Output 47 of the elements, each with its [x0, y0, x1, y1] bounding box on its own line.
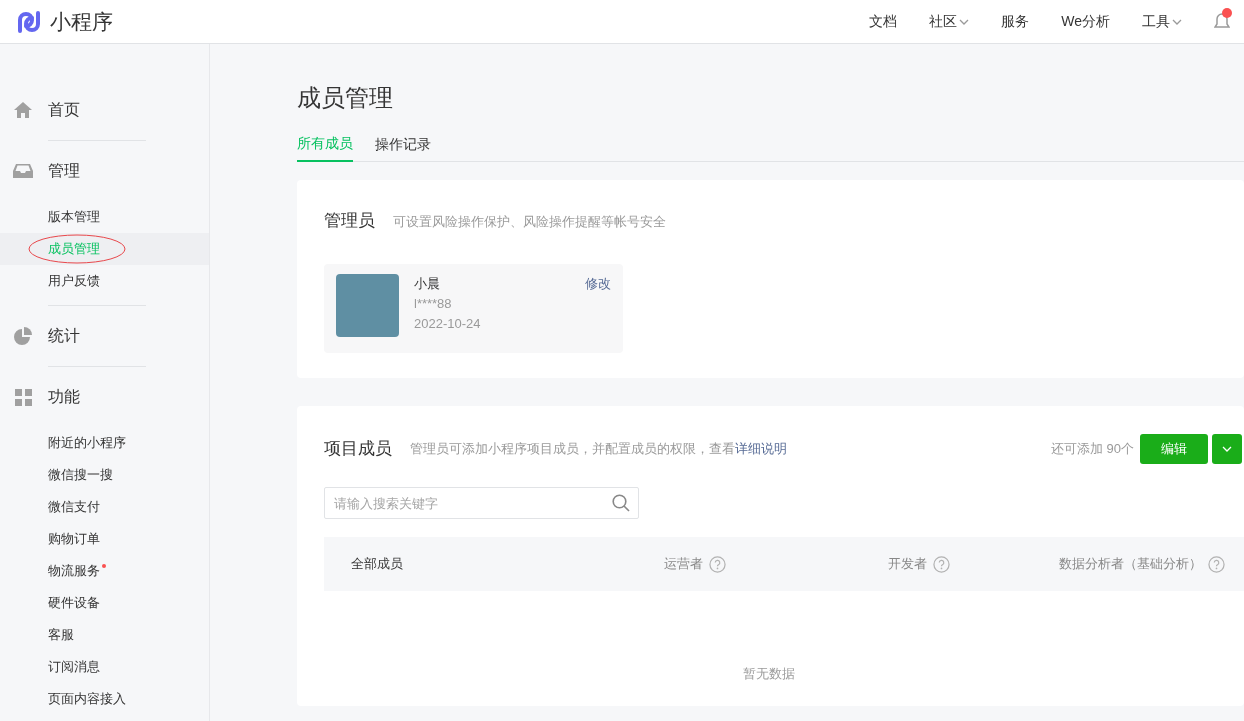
tray-icon	[13, 163, 33, 179]
sidebar-section[interactable]: 首页	[48, 98, 80, 122]
page-title: 成员管理	[297, 83, 394, 113]
sidebar-item[interactable]: 用户反馈	[48, 271, 100, 291]
sidebar-item[interactable]: 硬件设备	[48, 593, 100, 613]
admin-date: 2022-10-24	[414, 314, 482, 333]
nav-link[interactable]: 文档	[869, 11, 898, 32]
sidebar-item[interactable]: 版本管理	[48, 207, 100, 227]
sidebar-section[interactable]: 管理	[48, 159, 80, 183]
edit-link[interactable]: 修改	[585, 273, 611, 293]
admin-name: 小晨	[414, 274, 441, 293]
section-title: 管理员	[324, 210, 375, 232]
empty-state-text: 暂无数据	[742, 664, 796, 683]
nav-link[interactable]: 社区	[929, 11, 970, 32]
sidebar-item[interactable]: 微信搜一搜	[48, 465, 113, 485]
quota-text: 还可添加 90个	[1050, 440, 1134, 459]
nav-link[interactable]: 服务	[1001, 11, 1030, 32]
logo-text: 小程序	[50, 8, 113, 35]
section-description: 可设置风险操作保护、风险操作提醒等帐号安全	[393, 213, 666, 231]
section-title: 项目成员	[324, 438, 392, 461]
sidebar-item[interactable]: 附近的小程序	[48, 433, 126, 453]
sidebar-item[interactable]: 购物订单	[48, 529, 100, 549]
column-header: 数据分析者（基础分析）	[1059, 555, 1202, 574]
search-icon[interactable]	[612, 494, 630, 512]
pie-chart-icon	[13, 327, 33, 345]
details-link[interactable]: 详细说明	[735, 441, 787, 457]
search-field[interactable]: 请输入搜索关键字	[324, 487, 639, 519]
grid-icon	[13, 388, 33, 406]
sidebar-section[interactable]: 统计	[48, 324, 80, 348]
nav-link[interactable]: We分析	[1061, 11, 1110, 32]
home-icon	[13, 101, 33, 119]
chevron-down-icon	[1222, 444, 1232, 454]
sidebar-item[interactable]: 物流服务	[48, 561, 100, 581]
sidebar-item[interactable]: 页面内容接入	[48, 689, 126, 709]
sidebar-section[interactable]: 功能	[48, 385, 80, 409]
section-description: 管理员可添加小程序项目成员，并配置成员的权限，查看详细说明	[410, 440, 787, 459]
admin-account: l****88	[414, 294, 453, 313]
column-header: 运营者	[664, 555, 703, 574]
sidebar-item[interactable]: 客服	[48, 625, 74, 645]
column-header: 开发者	[888, 555, 927, 574]
logo-icon	[16, 8, 42, 35]
sidebar-item[interactable]: 微信支付	[48, 497, 100, 517]
nav-link[interactable]: 工具	[1142, 11, 1182, 32]
tab[interactable]: 操作记录	[375, 126, 431, 162]
sidebar-item[interactable]: 订阅消息	[48, 657, 100, 677]
column-header: 全部成员	[351, 555, 403, 574]
photo-placeholder	[336, 273, 399, 337]
